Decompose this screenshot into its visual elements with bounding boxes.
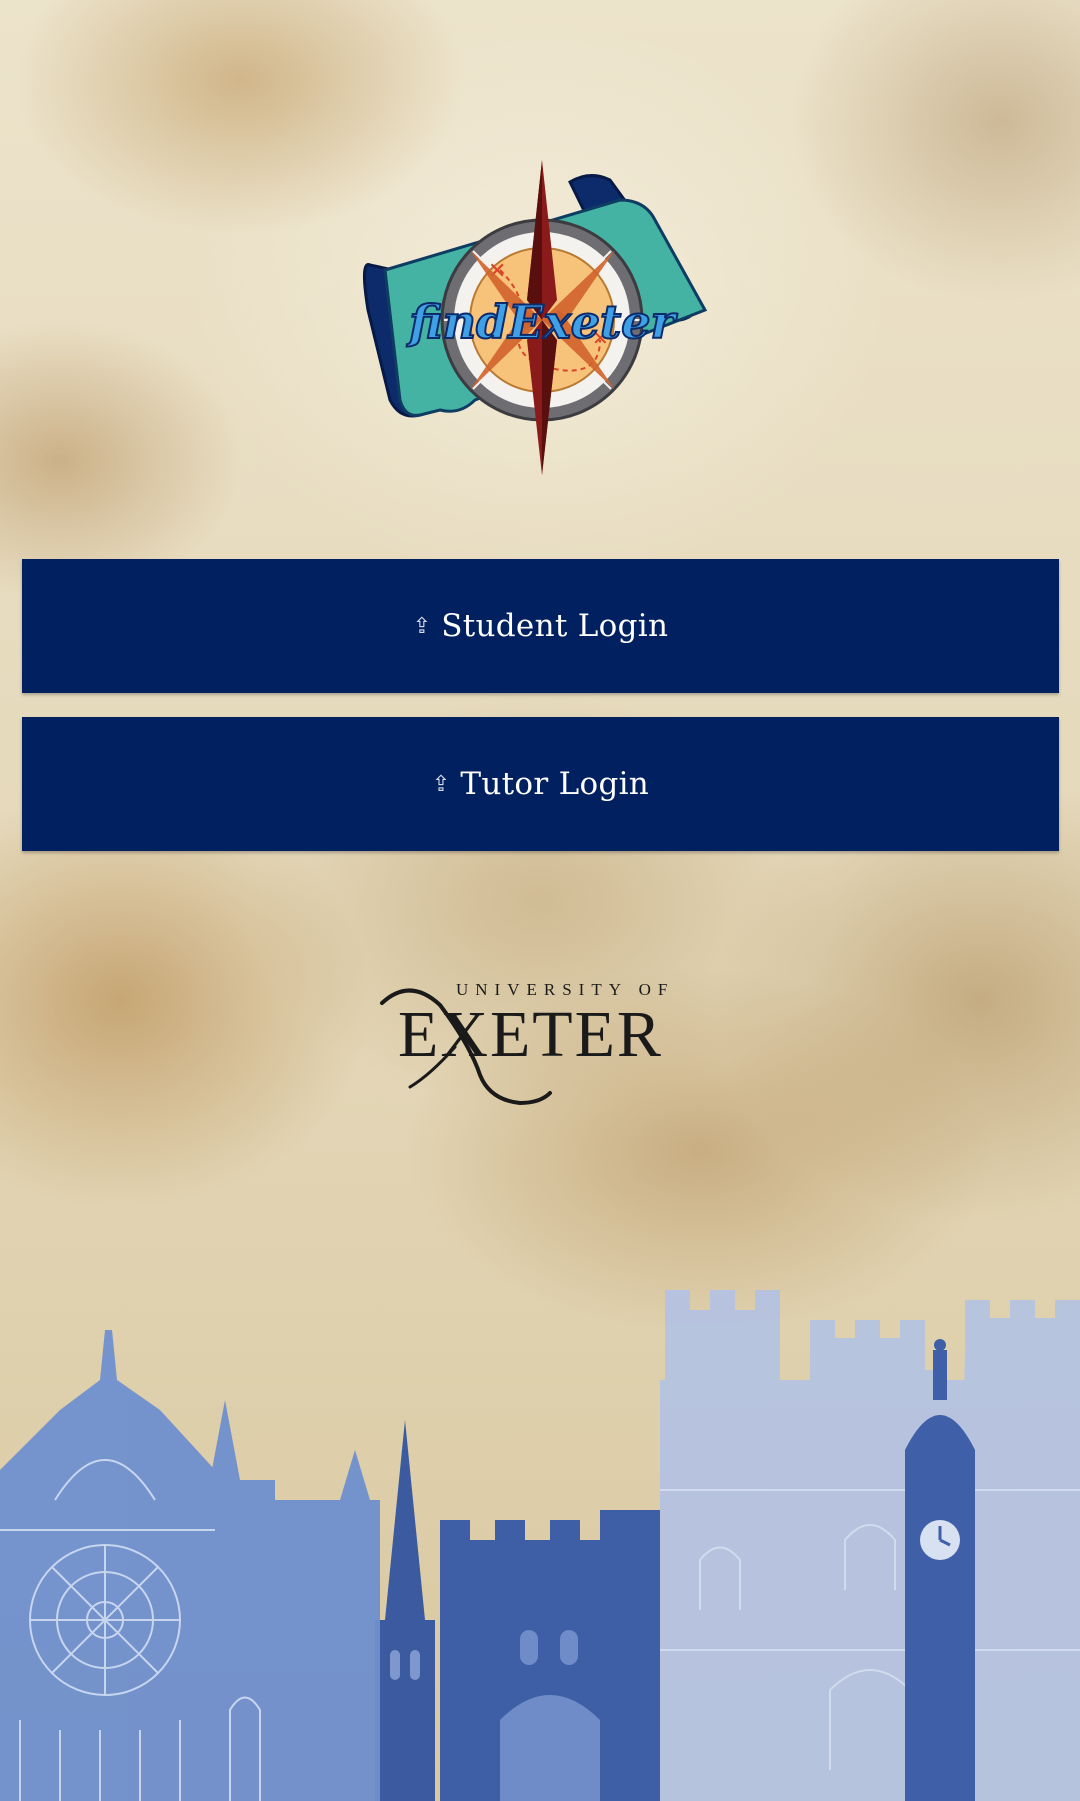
student-login-button[interactable]: ⇪ Student Login <box>22 559 1059 693</box>
exeter-text: EXETER <box>398 998 663 1071</box>
city-skyline-icon <box>0 1290 1080 1801</box>
app-logo-text: findExeter <box>406 295 678 349</box>
city-skyline <box>0 1290 1080 1801</box>
key-icon: ⇪ <box>412 613 432 639</box>
tutor-login-label: Tutor Login <box>460 766 650 802</box>
app-logo: ✕ ✕ findExeter <box>360 160 725 480</box>
key-icon: ⇪ <box>431 771 451 797</box>
student-login-label: Student Login <box>441 608 669 644</box>
tutor-login-button[interactable]: ⇪ Tutor Login <box>22 717 1059 851</box>
compass-scroll-logo-icon: ✕ ✕ findExeter <box>363 160 708 475</box>
university-logo: UNIVERSITY OF EXETER <box>370 975 715 1115</box>
